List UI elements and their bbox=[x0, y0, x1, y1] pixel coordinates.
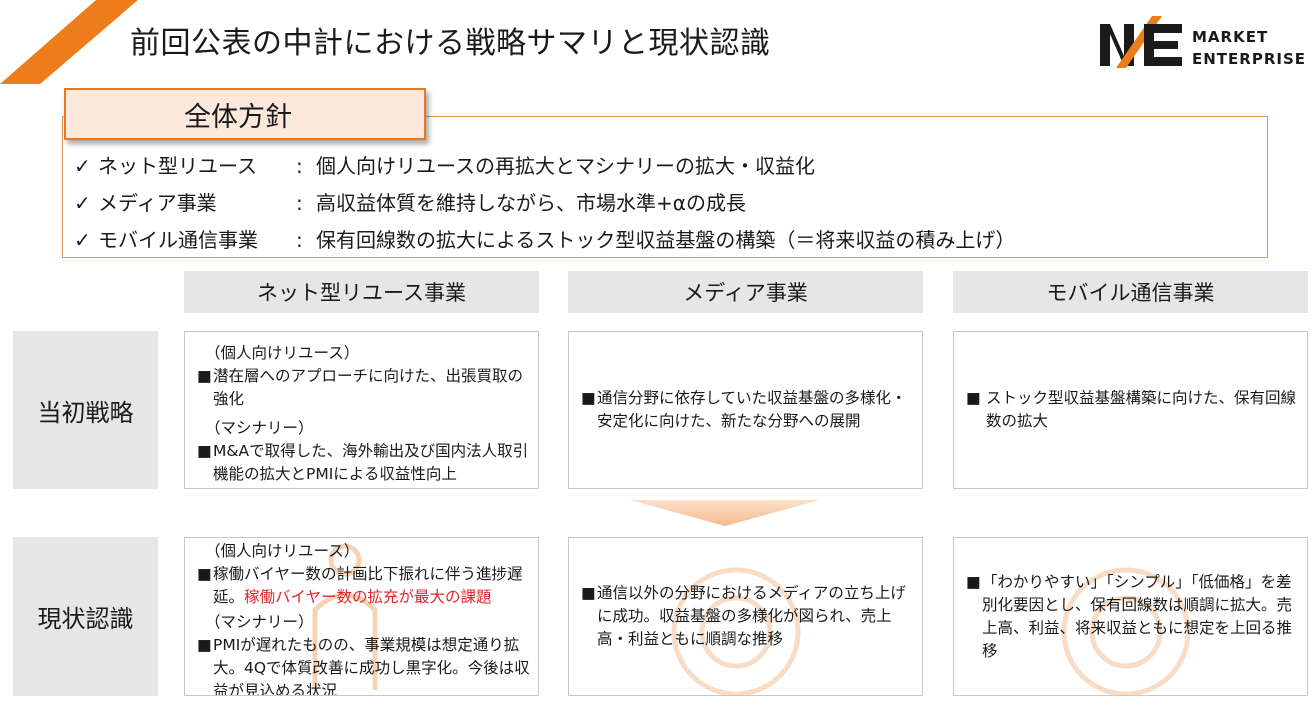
policy-item-name: メディア事業 bbox=[98, 191, 217, 215]
current-recognition-reuse-cell: （個人向けリユース） ■ 稼働バイヤー数の計画比下振れに伴う進捗遅延。稼働バイヤー… bbox=[184, 537, 539, 696]
bullet-text: 通信以外の分野におけるメディアの立ち上げに成功。収益基盤の多様化が図られ、売上高… bbox=[597, 584, 906, 648]
bullet-item: ■ 「わかりやすい」「シンプル」「低価格」を差別化要因とし、保有回線数は順調に拡大… bbox=[954, 571, 1297, 663]
bullet-icon: ■ bbox=[966, 389, 981, 407]
bullet-item: ■ 通信以外の分野におけるメディアの立ち上げに成功。収益基盤の多様化が図られ、売上… bbox=[569, 582, 912, 651]
bullet-text: PMIが遅れたものの、事業規模は想定通り拡大。4Qで体質改善に成功し黒字化。今後… bbox=[213, 636, 530, 696]
bullet-text: M&Aで取得した、海外輸出及び国内法人取引機能の拡大とPMIによる収益性向上 bbox=[213, 442, 529, 483]
bullet-icon: ■ bbox=[966, 572, 981, 591]
policy-item-reuse: ✓ ネット型リユース: 個人向けリユースの再拡大とマシナリーの拡大・収益化 bbox=[74, 150, 815, 179]
bullet-item: ■ ストック型収益基盤構築に向けた、保有回線数の拡大 bbox=[954, 387, 1297, 433]
check-icon: ✓ bbox=[74, 191, 91, 215]
bullet-text: 「わかりやすい」「シンプル」「低価格」を差別化要因とし、保有回線数は順調に拡大。… bbox=[982, 572, 1293, 660]
initial-strategy-mobile-cell: ■ ストック型収益基盤構築に向けた、保有回線数の拡大 bbox=[953, 331, 1308, 489]
policy-item-text: 保有回線数の拡大によるストック型収益基盤の構築（＝将来収益の積み上げ） bbox=[316, 228, 1016, 252]
bullet-item: ■ 稼働バイヤー数の計画比下振れに伴う進捗遅延。稼働バイヤー数の拡充が最大の課題 bbox=[185, 563, 538, 609]
column-header-media: メディア事業 bbox=[568, 271, 923, 313]
me-logo-icon bbox=[1100, 16, 1182, 68]
policy-item-name: モバイル通信事業 bbox=[98, 228, 258, 252]
category-label: （マシナリー） bbox=[205, 419, 314, 437]
column-header-reuse: ネット型リユース事業 bbox=[184, 271, 539, 313]
bullet-icon: ■ bbox=[197, 565, 212, 583]
policy-item-text: 個人向けリユースの再拡大とマシナリーの拡大・収益化 bbox=[316, 154, 815, 178]
check-icon: ✓ bbox=[74, 154, 91, 178]
market-enterprise-logo: MARKET ENTERPRISE bbox=[1094, 16, 1306, 72]
bullet-item: ■ 通信分野に依存していた収益基盤の多様化・安定化に向けた、新たな分野への展開 bbox=[569, 387, 914, 433]
policy-item-name: ネット型リユース bbox=[98, 154, 257, 178]
policy-item-text: 高収益体質を維持しながら、市場水準+αの成長 bbox=[316, 191, 746, 215]
orange-corner-accent bbox=[0, 0, 138, 84]
logo-line-market: MARKET bbox=[1192, 28, 1269, 46]
initial-strategy-media-cell: ■ 通信分野に依存していた収益基盤の多様化・安定化に向けた、新たな分野への展開 bbox=[568, 331, 923, 489]
row-label-current-recognition: 現状認識 bbox=[13, 537, 158, 696]
bullet-item: ■ 潜在層へのアプローチに向けた、出張買取の強化 bbox=[185, 365, 538, 411]
bullet-icon: ■ bbox=[197, 367, 212, 385]
highlight-issue-text: 稼働バイヤー数の拡充が最大の課題 bbox=[244, 588, 492, 606]
current-recognition-mobile-cell: ■ 「わかりやすい」「シンプル」「低価格」を差別化要因とし、保有回線数は順調に拡大… bbox=[953, 537, 1308, 696]
category-label: （個人向けリユース） bbox=[205, 542, 360, 560]
bullet-icon: ■ bbox=[581, 584, 596, 602]
page-title: 前回公表の中計における戦略サマリと現状認識 bbox=[130, 26, 771, 61]
row-label-initial-strategy: 当初戦略 bbox=[13, 331, 158, 489]
category-label: （マシナリー） bbox=[205, 613, 314, 631]
policy-item-media: ✓ メディア事業: 高収益体質を維持しながら、市場水準+αの成長 bbox=[74, 187, 746, 216]
logo-line-enterprise: ENTERPRISE bbox=[1192, 50, 1307, 68]
overall-policy-heading: 全体方針 bbox=[64, 88, 426, 140]
down-arrow-icon bbox=[630, 500, 820, 526]
policy-item-mobile: ✓ モバイル通信事業: 保有回線数の拡大によるストック型収益基盤の構築（＝将来収益の… bbox=[74, 224, 1015, 253]
column-header-mobile: モバイル通信事業 bbox=[953, 271, 1308, 313]
check-icon: ✓ bbox=[74, 228, 91, 252]
initial-strategy-reuse-cell: （個人向けリユース） ■ 潜在層へのアプローチに向けた、出張買取の強化 （マシナリ… bbox=[184, 331, 539, 489]
bullet-text: ストック型収益基盤構築に向けた、保有回線数の拡大 bbox=[986, 389, 1297, 430]
bullet-icon: ■ bbox=[197, 442, 212, 460]
bullet-icon: ■ bbox=[197, 636, 212, 654]
logo-text: MARKET ENTERPRISE bbox=[1192, 26, 1306, 70]
bullet-item: ■ PMIが遅れたものの、事業規模は想定通り拡大。4Qで体質改善に成功し黒字化。今… bbox=[185, 634, 538, 696]
bullet-icon: ■ bbox=[581, 389, 596, 407]
bullet-text: 潜在層へのアプローチに向けた、出張買取の強化 bbox=[213, 367, 524, 408]
category-label: （個人向けリユース） bbox=[205, 344, 360, 362]
current-recognition-media-cell: ■ 通信以外の分野におけるメディアの立ち上げに成功。収益基盤の多様化が図られ、売上… bbox=[568, 537, 923, 696]
policy-item-colon: : bbox=[296, 154, 303, 178]
policy-item-colon: : bbox=[296, 228, 303, 252]
bullet-item: ■ M&Aで取得した、海外輸出及び国内法人取引機能の拡大とPMIによる収益性向上 bbox=[185, 440, 538, 486]
policy-item-colon: : bbox=[296, 191, 303, 215]
bullet-text: 通信分野に依存していた収益基盤の多様化・安定化に向けた、新たな分野への展開 bbox=[597, 389, 907, 430]
